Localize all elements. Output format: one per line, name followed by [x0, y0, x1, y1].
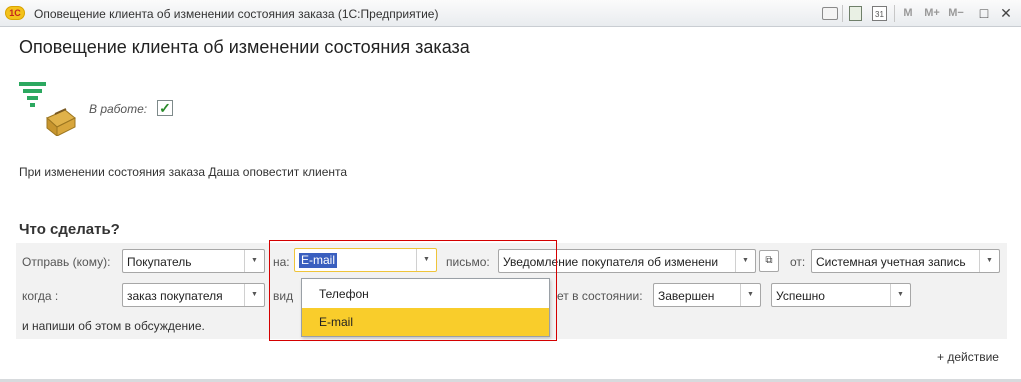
open-letter-button[interactable]: ⧉	[759, 250, 779, 272]
type-label: вид	[273, 289, 294, 303]
in-work-label: В работе:	[89, 102, 148, 116]
window-titlebar: 1C Оповещение клиента об изменении состо…	[0, 0, 1021, 27]
document-value: заказ покупателя	[127, 289, 223, 303]
page-title: Оповещение клиента об изменении состояни…	[19, 37, 470, 57]
document-select[interactable]: заказ покупателя ▼	[122, 283, 265, 307]
maximize-button[interactable]: □	[977, 4, 991, 22]
state-select[interactable]: Завершен ▼	[653, 283, 761, 307]
chevron-down-icon[interactable]: ▼	[244, 250, 264, 272]
state-label: ет в состоянии:	[557, 289, 643, 303]
window-title: Оповещение клиента об изменении состояни…	[34, 7, 439, 21]
channel-option-email[interactable]: E-mail	[302, 308, 549, 336]
from-select[interactable]: Системная учетная запись ▼	[811, 249, 1000, 273]
chevron-down-icon[interactable]: ▼	[416, 249, 436, 271]
from-label: от:	[790, 255, 806, 269]
letter-value: Уведомление покупателя об изменени	[503, 255, 719, 269]
in-work-checkbox[interactable]: ✓	[157, 100, 173, 116]
send-to-label: Отправь (кому):	[22, 255, 111, 269]
app-logo-icon: 1C	[5, 6, 25, 20]
section-title: Что сделать?	[19, 221, 120, 238]
close-button[interactable]: ✕	[999, 4, 1013, 22]
channel-select[interactable]: E-mail ▼	[294, 248, 437, 272]
chevron-down-icon[interactable]: ▼	[244, 284, 264, 306]
chevron-down-icon[interactable]: ▼	[890, 284, 910, 306]
printer-icon[interactable]	[822, 7, 838, 20]
form-description: При изменении состояния заказа Даша опов…	[19, 165, 348, 179]
chevron-down-icon[interactable]: ▼	[735, 250, 755, 272]
letter-label: письмо:	[446, 255, 490, 269]
recipient-value: Покупатель	[127, 255, 192, 269]
toolbar-separator	[842, 5, 843, 22]
calendar-icon[interactable]: 31	[872, 6, 887, 21]
memory-m-button[interactable]: M	[902, 5, 914, 21]
channel-dropdown-list: Телефон E-mail	[301, 278, 550, 337]
state-value: Завершен	[658, 289, 715, 303]
chevron-down-icon[interactable]: ▼	[740, 284, 760, 306]
channel-label: на:	[273, 255, 290, 269]
chevron-down-icon[interactable]: ▼	[979, 250, 999, 272]
result-value: Успешно	[776, 289, 825, 303]
channel-value: E-mail	[299, 253, 338, 268]
filter-box-icon	[19, 82, 76, 136]
add-action-link[interactable]: + действие	[937, 350, 999, 364]
discussion-note: и напиши об этом в обсуждение.	[22, 319, 205, 333]
memory-minus-button[interactable]: M−	[946, 5, 966, 21]
calculator-icon[interactable]	[849, 6, 862, 21]
when-label: когда :	[22, 289, 59, 303]
channel-option-phone[interactable]: Телефон	[302, 280, 549, 308]
letter-select[interactable]: Уведомление покупателя об изменени ▼	[498, 249, 756, 273]
from-value: Системная учетная запись	[816, 255, 966, 269]
recipient-select[interactable]: Покупатель ▼	[122, 249, 265, 273]
memory-plus-button[interactable]: M+	[922, 5, 942, 21]
toolbar-separator	[894, 5, 895, 22]
result-select[interactable]: Успешно ▼	[771, 283, 911, 307]
